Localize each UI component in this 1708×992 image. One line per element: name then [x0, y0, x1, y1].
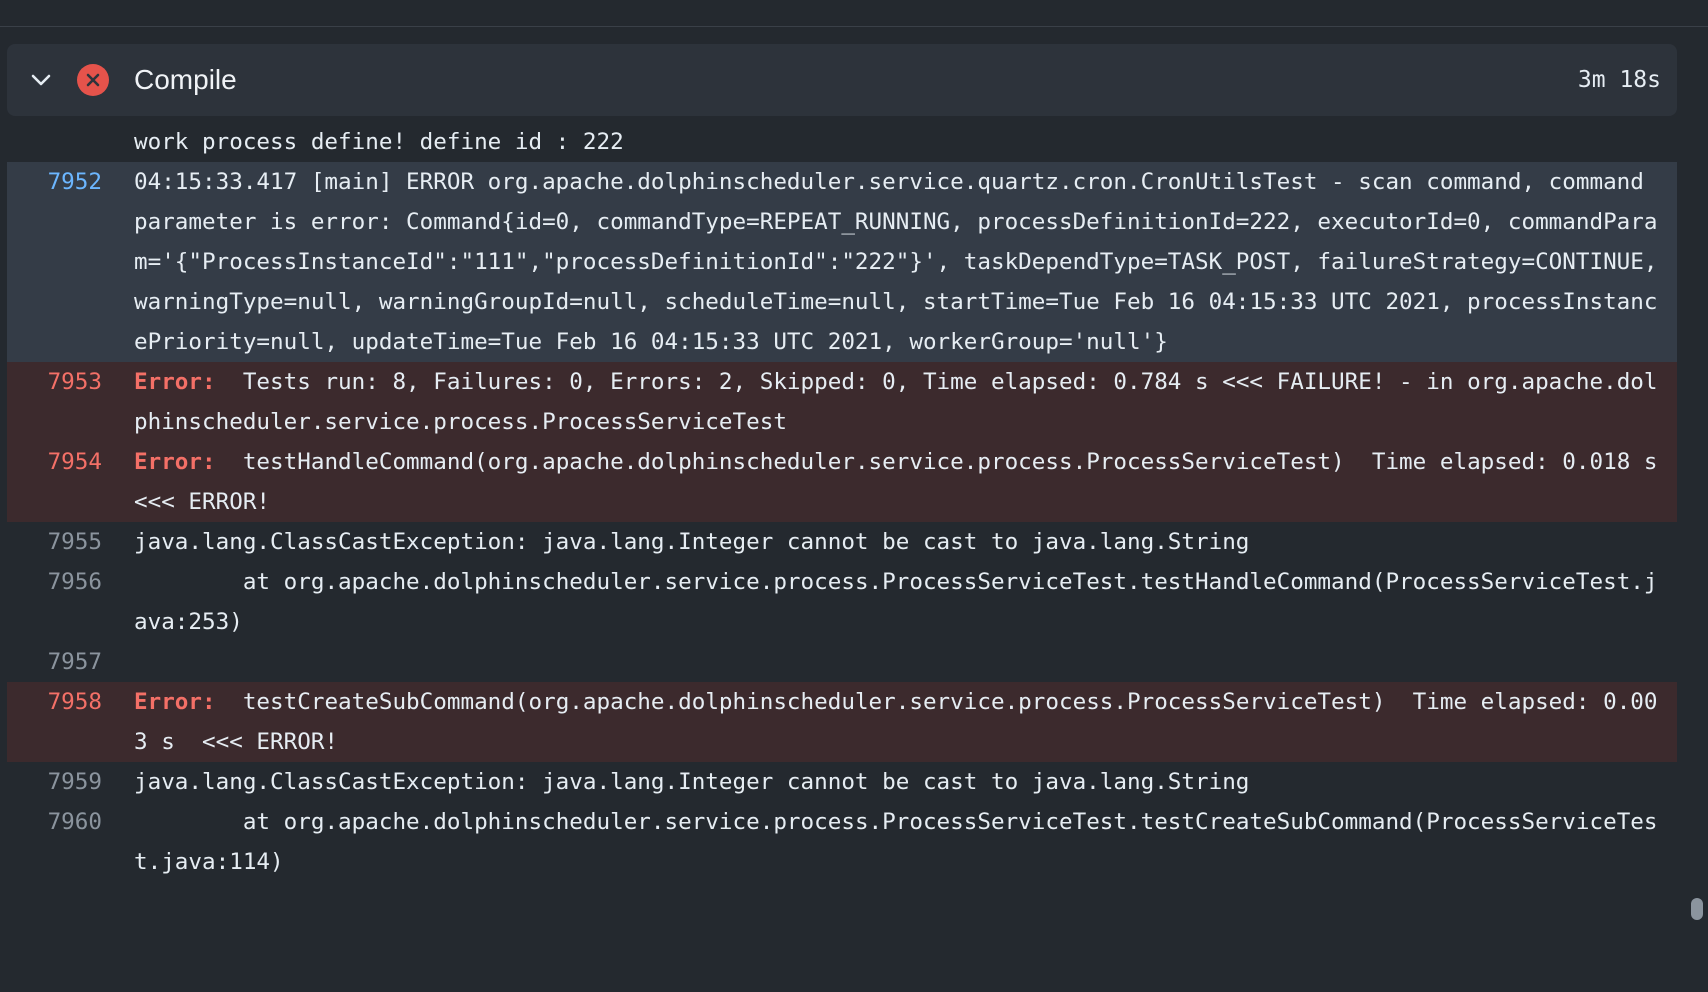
log-output: work process define! define id : 222 7952…: [7, 122, 1677, 882]
log-line: 7959 java.lang.ClassCastException: java.l…: [7, 762, 1677, 802]
line-number-link[interactable]: 7960: [7, 802, 134, 842]
log-line-error: 7954 Error: testHandleCommand(org.apache.…: [7, 442, 1677, 522]
chevron-down-icon[interactable]: [29, 68, 53, 92]
line-number-link[interactable]: 7958: [7, 682, 134, 722]
step-header-compile[interactable]: Compile 3m 18s: [7, 44, 1677, 116]
log-line: 7952 04:15:33.417 [main] ERROR org.apache…: [7, 162, 1677, 362]
log-line-text: at org.apache.dolphinscheduler.service.p…: [134, 562, 1677, 642]
log-line: 7960 at org.apache.dolphinscheduler.serv…: [7, 802, 1677, 882]
log-message: 04:15:33.417 [main] ERROR org.apache.dol…: [134, 169, 1672, 355]
log-message: testCreateSubCommand(org.apache.dolphins…: [134, 689, 1658, 755]
line-number-link[interactable]: 7959: [7, 762, 134, 802]
log-line: work process define! define id : 222: [7, 122, 1677, 162]
log-message: Tests run: 8, Failures: 0, Errors: 2, Sk…: [134, 369, 1658, 435]
log-line-text: work process define! define id : 222: [134, 122, 1677, 162]
log-message: at org.apache.dolphinscheduler.service.p…: [134, 569, 1658, 635]
log-line-text: Error: testHandleCommand(org.apache.dolp…: [134, 442, 1677, 522]
log-line-text: at org.apache.dolphinscheduler.service.p…: [134, 802, 1677, 882]
error-label: Error:: [134, 369, 216, 395]
line-number-link[interactable]: 7957: [7, 642, 134, 682]
error-label: Error:: [134, 689, 216, 715]
log-message: testHandleCommand(org.apache.dolphinsche…: [134, 449, 1685, 515]
line-number-link[interactable]: 7954: [7, 442, 134, 482]
log-message: at org.apache.dolphinscheduler.service.p…: [134, 809, 1658, 875]
line-number-link[interactable]: 7956: [7, 562, 134, 602]
scrollbar-thumb[interactable]: [1691, 898, 1703, 920]
error-label: Error:: [134, 449, 216, 475]
log-message: java.lang.ClassCastException: java.lang.…: [134, 769, 1250, 795]
top-bar: [0, 0, 1708, 27]
log-line-text: java.lang.ClassCastException: java.lang.…: [134, 762, 1677, 802]
log-line: 7957: [7, 642, 1677, 682]
log-line-text: Error: Tests run: 8, Failures: 0, Errors…: [134, 362, 1677, 442]
log-line-text: java.lang.ClassCastException: java.lang.…: [134, 522, 1677, 562]
step-duration: 3m 18s: [1577, 67, 1661, 93]
log-line-text: 04:15:33.417 [main] ERROR org.apache.dol…: [134, 162, 1677, 362]
x-circle-icon: [77, 64, 109, 96]
log-line-text: Error: testCreateSubCommand(org.apache.d…: [134, 682, 1677, 762]
log-message: work process define! define id : 222: [134, 129, 624, 155]
line-number-link[interactable]: 7955: [7, 522, 134, 562]
log-line-error: 7953 Error: Tests run: 8, Failures: 0, Er…: [7, 362, 1677, 442]
line-number-link[interactable]: 7953: [7, 362, 134, 402]
log-line-text: [134, 642, 1677, 682]
log-message: java.lang.ClassCastException: java.lang.…: [134, 529, 1250, 555]
log-line: 7956 at org.apache.dolphinscheduler.serv…: [7, 562, 1677, 642]
line-number-link[interactable]: 7952: [7, 162, 134, 202]
log-line: 7955 java.lang.ClassCastException: java.l…: [7, 522, 1677, 562]
step-title: Compile: [134, 64, 237, 95]
log-line-error: 7958 Error: testCreateSubCommand(org.apac…: [7, 682, 1677, 762]
